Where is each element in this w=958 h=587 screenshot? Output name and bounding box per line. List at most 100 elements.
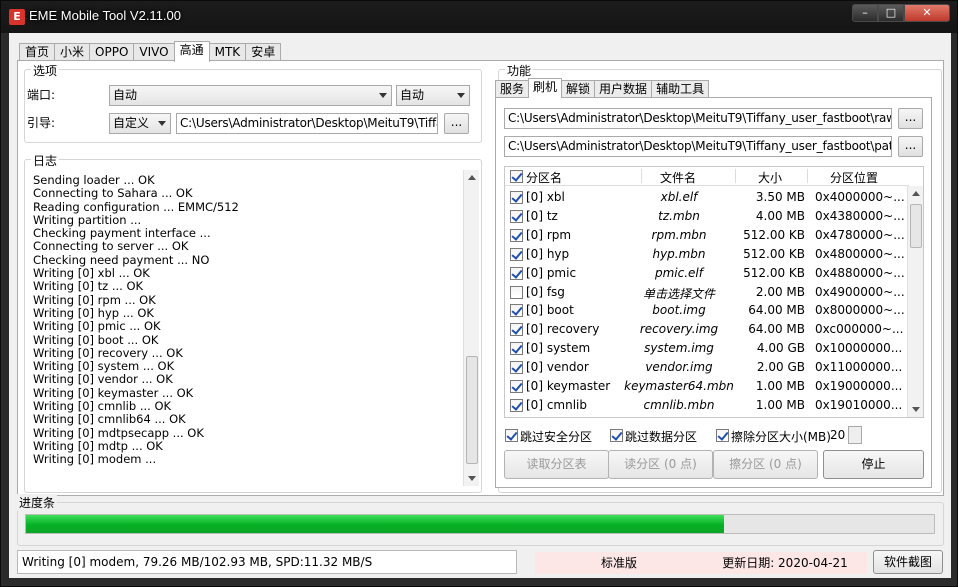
partition-checkbox[interactable] xyxy=(510,323,523,337)
partition-checkbox[interactable] xyxy=(510,266,523,280)
chevron-down-icon xyxy=(457,93,465,98)
partition-row[interactable]: [0] cmnlib cmnlib.mbn 1.00 MB 0x19010000... xyxy=(505,396,909,415)
client-area: 首页 小米 OPPO VIVO 高通 MTK 安卓 选项 端口: 自动 自动 引… xyxy=(9,33,951,578)
partition-row[interactable]: [0] recovery recovery.img 64.00 MB 0xc00000… xyxy=(505,320,909,339)
column-partition-name[interactable]: 分区名 xyxy=(526,169,562,186)
boot-path-input[interactable]: C:\Users\Administrator\Desktop\MeituT9\T… xyxy=(176,113,438,134)
screenshot-button[interactable]: 软件截图 xyxy=(873,550,943,574)
partition-row[interactable]: [0] tz tz.mbn 4.00 MB 0x4380000~... xyxy=(505,207,909,226)
partition-checkbox[interactable] xyxy=(510,247,523,261)
partition-file[interactable]: 单击选择文件 xyxy=(623,285,735,302)
partition-name: [0] pmic xyxy=(526,265,577,280)
partition-row[interactable]: [0] rpm rpm.mbn 512.00 KB 0x4780000~... xyxy=(505,226,909,245)
port-mode-select[interactable]: 自动 xyxy=(396,85,470,106)
log-line: Writing [0] modem ... xyxy=(33,452,157,467)
partition-checkbox[interactable] xyxy=(510,361,523,375)
boot-browse-button[interactable]: ... xyxy=(444,113,469,134)
log-area[interactable]: Sending loader ... OK Connecting to Sahar… xyxy=(29,170,479,490)
erase-size-checkbox[interactable] xyxy=(716,429,729,442)
partition-row[interactable]: [0] system system.img 4.00 GB 0x10000000... xyxy=(505,339,909,358)
skip-security-label[interactable]: 跳过安全分区 xyxy=(520,428,592,445)
column-size[interactable]: 大小 xyxy=(758,169,782,186)
skip-data-label[interactable]: 跳过数据分区 xyxy=(625,428,697,445)
column-file-name[interactable]: 文件名 xyxy=(660,169,696,186)
log-line: Writing [0] cmnlib64 ... OK xyxy=(33,412,186,427)
partition-size: 3.50 MB xyxy=(755,190,805,204)
erase-partition-button[interactable]: 擦分区 (0 点) xyxy=(713,450,818,479)
partition-row[interactable]: [0] vendor vendor.img 2.00 GB 0x11000000... xyxy=(505,358,909,377)
partition-checkbox[interactable] xyxy=(510,380,523,393)
rawprogram-path-input[interactable]: C:\Users\Administrator\Desktop\MeituT9\T… xyxy=(504,108,892,129)
partition-row[interactable]: [0] keymaster keymaster64.mbn 1.00 MB 0x190… xyxy=(505,377,909,396)
partition-file[interactable]: system.img xyxy=(623,341,735,355)
tab-flash[interactable]: 刷机 xyxy=(528,78,563,98)
title-bar[interactable]: E EME Mobile Tool V2.11.00 – □ ✕ xyxy=(1,1,957,33)
read-partition-button[interactable]: 读分区 (0 点) xyxy=(608,450,713,479)
partition-file[interactable]: recovery.img xyxy=(623,322,735,336)
options-title: 选项 xyxy=(31,62,60,79)
partition-file[interactable]: pmic.elf xyxy=(623,266,735,280)
tab-user-data[interactable]: 用户数据 xyxy=(594,80,653,98)
partition-table[interactable]: 分区名 文件名 大小 分区位置 [0] xbl xbl.elf 3.50 MB 0x4… xyxy=(504,166,924,418)
partition-checkbox[interactable] xyxy=(510,342,523,356)
partition-checkbox[interactable] xyxy=(510,228,523,242)
partition-file[interactable]: boot.img xyxy=(623,303,735,317)
partition-file[interactable]: xbl.elf xyxy=(623,190,735,204)
close-button[interactable]: ✕ xyxy=(904,4,950,22)
partition-checkbox[interactable] xyxy=(510,285,523,299)
read-partition-table-button[interactable]: 读取分区表 xyxy=(504,450,609,479)
function-title: 功能 xyxy=(505,62,534,79)
erase-size-label[interactable]: 擦除分区大小(MB) xyxy=(731,428,831,445)
maximize-button[interactable]: □ xyxy=(878,4,904,22)
skip-security-checkbox[interactable] xyxy=(505,429,518,442)
partition-checkbox[interactable] xyxy=(510,398,523,412)
partition-file[interactable]: cmnlib.mbn xyxy=(623,398,735,412)
port-select[interactable]: 自动 xyxy=(109,85,392,106)
partition-checkbox[interactable] xyxy=(510,304,523,318)
log-scroll-thumb[interactable] xyxy=(466,356,478,464)
select-all-checkbox[interactable] xyxy=(510,170,523,183)
partition-file[interactable]: tz.mbn xyxy=(623,209,735,223)
column-location[interactable]: 分区位置 xyxy=(830,169,878,186)
flash-panel: C:\Users\Administrator\Desktop\MeituT9\T… xyxy=(495,97,932,488)
main-tab-bar: 首页 小米 OPPO VIVO 高通 MTK 安卓 xyxy=(19,41,282,62)
log-line: Writing [0] pmic ... OK xyxy=(33,319,161,334)
boot-mode-select[interactable]: 自定义 xyxy=(109,113,171,134)
partition-location: 0x19010000... xyxy=(815,397,903,412)
partition-name: [0] recovery xyxy=(526,322,600,337)
minimize-button[interactable]: – xyxy=(852,4,878,22)
partition-file[interactable]: hyp.mbn xyxy=(623,247,735,261)
partition-location: 0xc000000~... xyxy=(815,322,904,337)
log-scrollbar[interactable] xyxy=(463,170,479,486)
skip-data-checkbox[interactable] xyxy=(610,429,623,442)
log-group: 日志 Sending loader ... OK Connecting to Sa… xyxy=(24,152,482,493)
rawprogram-browse-button[interactable]: ... xyxy=(898,108,923,129)
partition-file[interactable]: keymaster64.mbn xyxy=(623,379,735,393)
tab-service[interactable]: 服务 xyxy=(495,80,530,98)
patch-path-input[interactable]: C:\Users\Administrator\Desktop\MeituT9\T… xyxy=(504,136,892,157)
log-line: Writing [0] recovery ... OK xyxy=(33,345,183,360)
erase-size-value[interactable]: 20 xyxy=(830,428,845,442)
partition-scroll-thumb[interactable] xyxy=(910,204,922,248)
progress-fill xyxy=(26,515,725,533)
partition-row[interactable]: [0] hyp hyp.mbn 512.00 KB 0x4800000~... xyxy=(505,245,909,264)
app-window: E EME Mobile Tool V2.11.00 – □ ✕ 首页 小米 O… xyxy=(0,0,958,587)
partition-checkbox[interactable] xyxy=(510,209,523,223)
partition-scrollbar[interactable] xyxy=(907,186,923,417)
scroll-down-icon xyxy=(912,407,920,412)
tab-aux-tools[interactable]: 辅助工具 xyxy=(651,80,710,98)
partition-row[interactable]: [0] fsg 单击选择文件 2.00 MB 0x4900000~... xyxy=(505,283,909,302)
options-group: 选项 端口: 自动 自动 引导: 自定义 C:\Users\Administra… xyxy=(24,62,482,143)
partition-checkbox[interactable] xyxy=(510,191,523,204)
stop-button[interactable]: 停止 xyxy=(823,450,924,479)
tab-unlock[interactable]: 解锁 xyxy=(561,80,596,98)
progress-bar xyxy=(25,514,935,534)
erase-size-stepper[interactable] xyxy=(848,426,862,444)
patch-browse-button[interactable]: ... xyxy=(898,136,923,157)
partition-file[interactable]: vendor.img xyxy=(623,360,735,374)
partition-row[interactable]: [0] xbl xbl.elf 3.50 MB 0x4000000~... xyxy=(505,188,909,207)
partition-file[interactable]: rpm.mbn xyxy=(623,228,735,242)
partition-row[interactable]: [0] pmic pmic.elf 512.00 KB 0x4880000~... xyxy=(505,264,909,283)
partition-row[interactable]: [0] boot boot.img 64.00 MB 0x8000000~... xyxy=(505,301,909,320)
tab-qualcomm[interactable]: 高通 xyxy=(173,41,210,62)
